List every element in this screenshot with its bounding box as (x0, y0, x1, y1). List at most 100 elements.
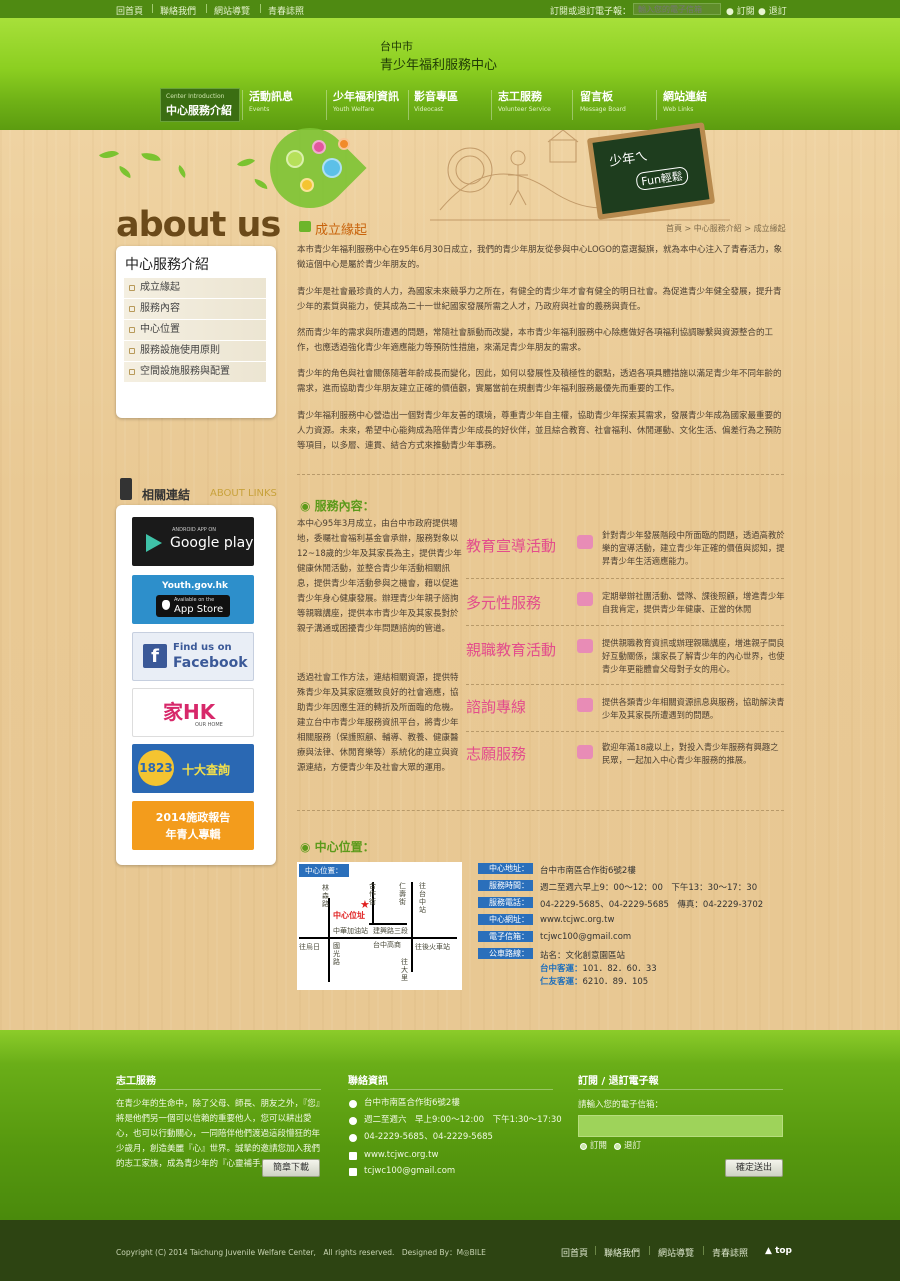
unsubscribe-radio[interactable] (614, 1143, 621, 1150)
map-street: 往台中站 (419, 882, 426, 914)
top-link-sitemap[interactable]: 網站導覽 (214, 4, 250, 17)
origin-paragraph: 青少年的角色與社會關係隨著年齡成長而變化，因此，如何以發展性及積極性的觀點，透過… (297, 369, 782, 394)
email-value[interactable]: tcjwc100@gmail.com (540, 932, 631, 942)
nav-videocast[interactable]: 影音專區 Videocast (414, 88, 458, 122)
link-1823[interactable]: 1823 十大查詢 (132, 744, 254, 793)
map-street: 台中高商 (373, 941, 401, 949)
service-name: 志願服務 (466, 745, 527, 763)
back-to-top-label: top (775, 1246, 792, 1256)
unsubscribe-button[interactable]: ● 退訂 (758, 4, 787, 17)
sidebar-item-label: 成立緣起 (140, 282, 180, 293)
map-street: 仁壽街 (399, 882, 406, 906)
about-us-heading: about us (116, 205, 281, 245)
info-label: 服務時間： (478, 880, 533, 891)
link-small-text: OUR HOME (195, 722, 223, 728)
breadcrumb: 首頁 > 中心服務介紹 > 成立緣起 (666, 224, 786, 233)
website-value[interactable]: www.tcjwc.org.tw (540, 915, 614, 925)
location-title-text: 中心位置： (314, 840, 375, 854)
top-link-gallery[interactable]: 青春誌照 (268, 4, 304, 17)
folder-icon (577, 639, 593, 653)
link-google-play[interactable]: ANDROID APP ON Google play (132, 517, 254, 566)
bus-routes: 101．82．60．33 (582, 964, 657, 974)
nav-youth-welfare[interactable]: 少年福利資訊 Youth Welfare (333, 88, 399, 122)
footer-email-input[interactable] (578, 1115, 783, 1137)
nav-en: Web Links (663, 106, 694, 113)
divider (578, 1089, 783, 1090)
footer-email[interactable]: tcjwc100@gmail.com (364, 1164, 554, 1179)
service-name: 親職教育活動 (466, 641, 557, 659)
subscribe-button[interactable]: ● 訂閱 (726, 4, 755, 17)
map-street: 往後火車站 (415, 943, 450, 951)
service-name: 教育宣導活動 (466, 537, 557, 555)
bus-company: 仁友客運： (540, 977, 583, 987)
map-street: 往大里 (401, 958, 408, 982)
sidebar-item-space-layout[interactable]: 空間設施服務與配置 (124, 362, 266, 382)
bottom-link-contact[interactable]: 聯絡我們 (604, 1246, 640, 1259)
service-item: 志願服務 歡迎年滿18歲以上，對投入青少年服務有興趣之民眾，一起加入中心青少年服… (466, 735, 784, 777)
nav-message-board[interactable]: 留言板 Message Board (580, 88, 626, 122)
copyright: Copyright (C) 2014 Taichung Juvenile Wel… (116, 1248, 486, 1257)
phone-icon (349, 1134, 357, 1142)
link-policy-report[interactable]: 2014施政報告 年青人專輯 (132, 801, 254, 850)
sidebar-panel: 中心服務介紹 成立緣起 服務內容 中心位置 服務設施使用原則 空間設施服務與配置 (116, 246, 276, 418)
sidebar-item-facility-rules[interactable]: 服務設施使用原則 (124, 341, 266, 361)
subscribe-email-input[interactable] (633, 3, 721, 15)
service-desc: 提供親職教育資訊或辦理親職講座，增進親子間良好互動關係，讓家長了解青少年的內心世… (602, 638, 785, 674)
link-youth-gov-app[interactable]: Youth.gov.hk Available on the App Store (132, 575, 254, 624)
sidebar-item-services[interactable]: 服務內容 (124, 299, 266, 319)
divider: | (205, 4, 209, 14)
footer-address: 台中市南區合作街6號2樓 (364, 1098, 460, 1108)
button-decoration (312, 140, 326, 154)
nav-events[interactable]: 活動訊息 Events (249, 88, 293, 122)
site-title[interactable]: 青少年福利服務中心 (380, 54, 497, 73)
map-center-label: 中心位址 (333, 911, 365, 920)
bus-company: 台中客運： (540, 964, 583, 974)
map-street: 建興路三段 (373, 927, 408, 935)
sidebar-menu: 成立緣起 服務內容 中心位置 服務設施使用原則 空間設施服務與配置 (116, 278, 276, 382)
top-link-contact[interactable]: 聯絡我們 (160, 4, 196, 17)
sidebar-item-location[interactable]: 中心位置 (124, 320, 266, 340)
link-facebook[interactable]: f Find us on Facebook (132, 632, 254, 681)
subscribe-label-text: 訂閱 (736, 7, 755, 17)
nav-volunteer[interactable]: 志工服務 Volunteer Service (498, 88, 551, 122)
bus-routes: 6210．89．105 (582, 977, 649, 987)
chalkboard: 少年ㄟ Fun輕鬆 (586, 122, 716, 220)
brochure-download-button[interactable]: 簡章下載 (262, 1159, 320, 1177)
plug-icon (120, 478, 132, 500)
link-small-text: ANDROID APP ON (172, 527, 217, 533)
service-desc: 歡迎年滿18歲以上，對投入青少年服務有興趣之民眾，一起加入中心青少年服務的推展。 (602, 742, 779, 765)
bullet-icon (129, 369, 135, 375)
location-map[interactable]: 中心位置： ★ 林森路 合作街 仁壽街 往台中站 中心位址 國光路 往烏日 往大… (297, 862, 462, 990)
info-label: 服務電話： (478, 897, 533, 908)
mail-icon (349, 1168, 357, 1176)
sidebar-item-origin[interactable]: 成立緣起 (124, 278, 266, 298)
bottom-link-sitemap[interactable]: 網站導覽 (658, 1246, 694, 1259)
link-our-home[interactable]: 家HK OUR HOME (132, 688, 254, 737)
bus-route: 仁友客運：6210．89．105 (540, 975, 648, 987)
back-to-top-button[interactable]: ▲ top (765, 1246, 792, 1256)
link-small-text: Find us on (173, 642, 232, 653)
button-decoration (286, 150, 304, 168)
footer-website[interactable]: www.tcjwc.org.tw (364, 1148, 554, 1163)
nav-center-intro[interactable]: Center Introduction 中心服務介紹 (160, 88, 240, 122)
nav-zh: 中心服務介紹 (166, 104, 232, 117)
nav-en: Youth Welfare (333, 106, 375, 113)
link-small-text: Youth.gov.hk (162, 581, 228, 591)
nav-zh: 網站連結 (663, 90, 707, 103)
submit-button[interactable]: 確定送出 (725, 1159, 783, 1177)
location-pin-icon (349, 1100, 357, 1108)
top-link-home[interactable]: 回首頁 (116, 4, 143, 17)
nav-divider (491, 90, 492, 120)
bottom-link-home[interactable]: 回首頁 (561, 1246, 588, 1259)
button-decoration (322, 158, 342, 178)
subscribe-radio[interactable] (580, 1143, 587, 1150)
nav-en: Events (249, 106, 270, 113)
sidebar-title: 中心服務介紹 (125, 257, 209, 273)
nav-divider (408, 90, 409, 120)
service-name: 諮詢專線 (466, 698, 527, 716)
link-big-text: 年青人專輯 (165, 828, 221, 841)
bottom-link-gallery[interactable]: 青春誌照 (712, 1246, 748, 1259)
nav-web-links[interactable]: 網站連結 Web Links (663, 88, 707, 122)
link-small-text: 1823 (138, 750, 174, 786)
service-item: 親職教育活動 提供親職教育資訊或辦理親職講座，增進親子間良好互動關係，讓家長了解… (466, 629, 785, 685)
